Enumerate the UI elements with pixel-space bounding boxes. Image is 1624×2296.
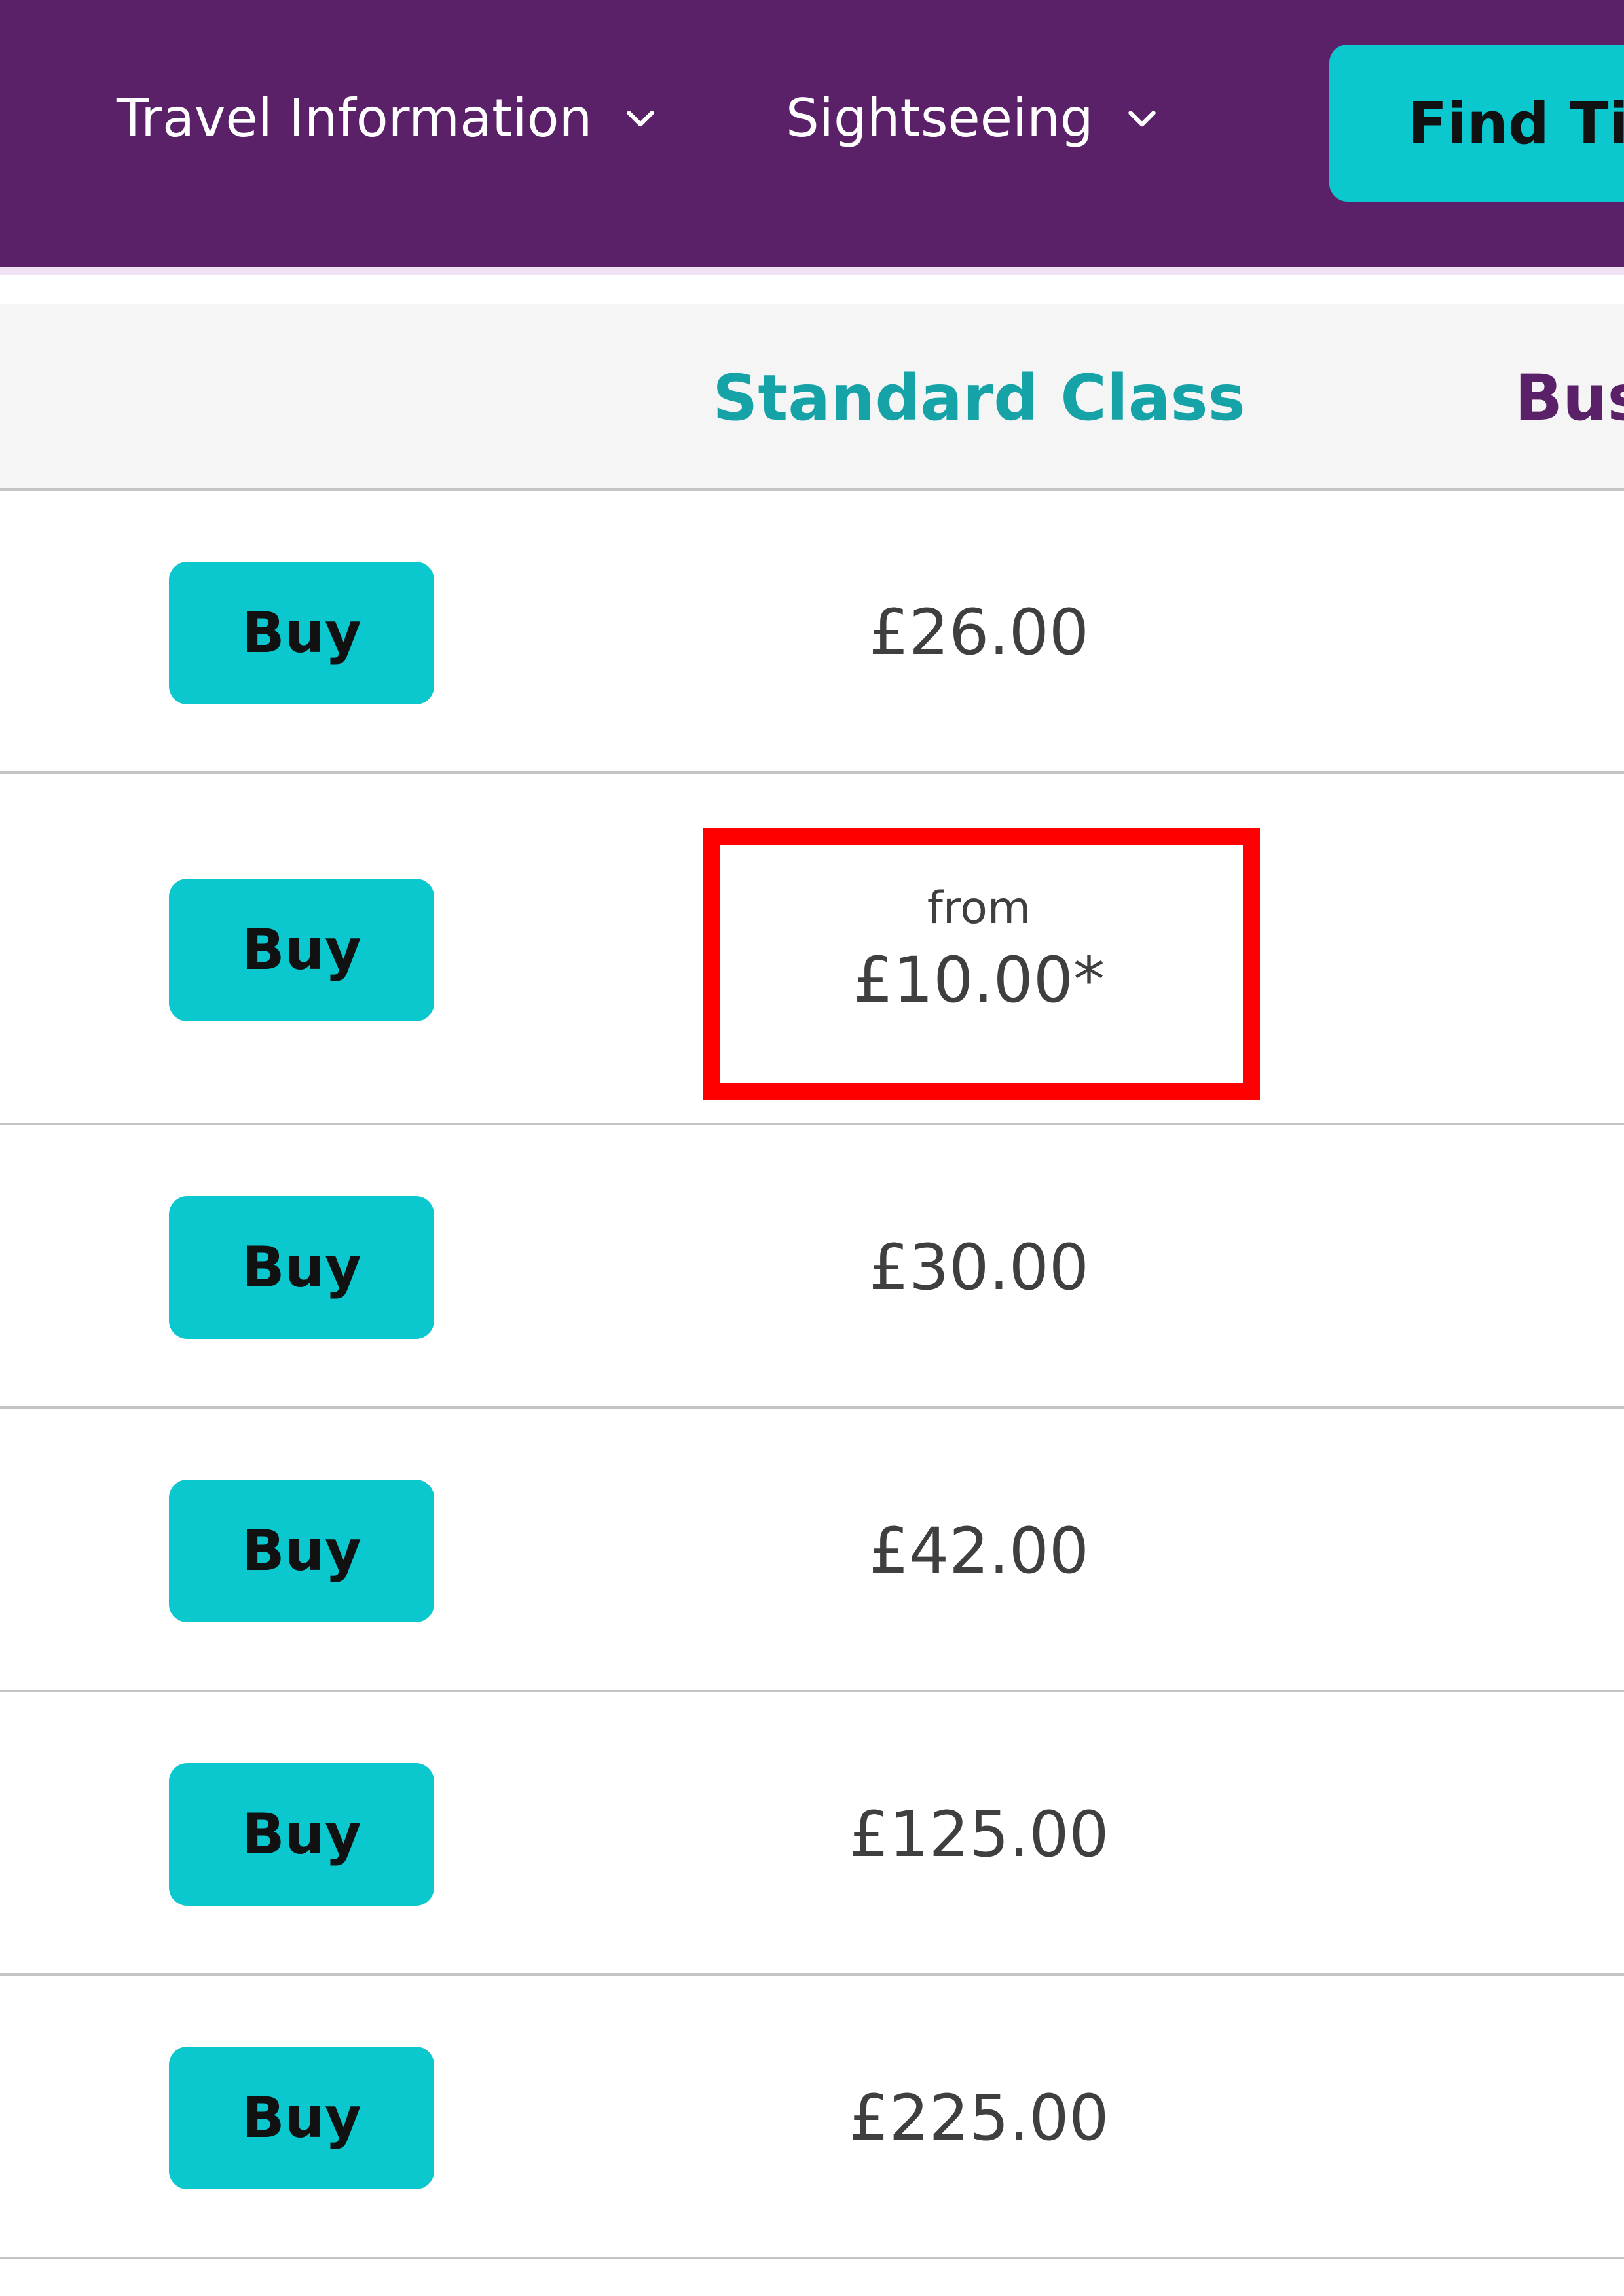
business-class-header: Bus [1515, 361, 1624, 435]
table-row: Buy £125.00 [0, 1692, 1624, 1976]
buy-button[interactable]: Buy [169, 1196, 434, 1339]
table-row: Buy £30.00 [0, 1125, 1624, 1409]
chevron-down-icon [1122, 98, 1162, 137]
price: £30.00 [869, 1230, 1089, 1304]
buy-button[interactable]: Buy [169, 879, 434, 1021]
page: Travel Information Sightseeing Find Tic … [0, 0, 1624, 2296]
table-row: Buy from £10.00* [0, 774, 1624, 1125]
price: £26.00 [869, 596, 1089, 669]
chevron-down-icon [621, 98, 660, 137]
buy-button[interactable]: Buy [169, 2047, 434, 2189]
buy-button[interactable]: Buy [169, 1763, 434, 1906]
nav-travel-information[interactable]: Travel Information [117, 79, 660, 157]
price: £125.00 [849, 1797, 1109, 1871]
standard-class-header: Standard Class [712, 361, 1246, 435]
standard-price-cell: £42.00 [655, 1409, 1303, 1692]
standard-price-cell: £125.00 [655, 1692, 1303, 1976]
standard-price-cell: £30.00 [655, 1125, 1303, 1409]
price: £10.00* [853, 943, 1105, 1017]
standard-price-cell: £225.00 [655, 1976, 1303, 2259]
nav-travel-information-label: Travel Information [117, 87, 593, 149]
table-row: Buy £26.00 [0, 491, 1624, 774]
nav-sightseeing-label: Sightseeing [786, 87, 1094, 149]
nav-divider [0, 267, 1624, 275]
price: £225.00 [849, 2081, 1109, 2155]
buy-button[interactable]: Buy [169, 1480, 434, 1622]
fare-table-header: Standard Class Bus [0, 304, 1624, 491]
price: £42.00 [869, 1514, 1089, 1588]
buy-button[interactable]: Buy [169, 562, 434, 704]
find-tickets-button[interactable]: Find Tic [1329, 45, 1624, 202]
nav-sightseeing[interactable]: Sightseeing [786, 79, 1162, 157]
from-label: from [927, 883, 1031, 934]
table-row: Buy £42.00 [0, 1409, 1624, 1692]
standard-price-cell: from £10.00* [655, 774, 1303, 1125]
standard-price-cell: £26.00 [655, 491, 1303, 774]
table-row: Buy £225.00 [0, 1976, 1624, 2259]
top-nav: Travel Information Sightseeing Find Tic [0, 0, 1624, 267]
